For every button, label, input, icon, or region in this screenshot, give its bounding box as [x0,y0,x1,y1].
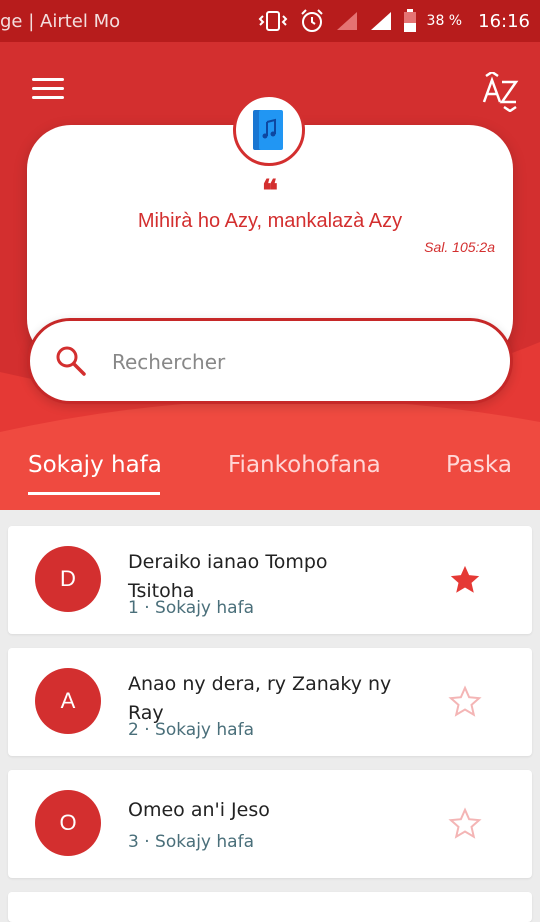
song-title: Omeo an'i Jeso [128,799,270,821]
verse-text: Mihirà ho Azy, mankalazà Azy [137,210,403,232]
header: ❝ Mihirà ho Azy, mankalazà Azy Sal. 105:… [0,42,540,510]
tab-paska[interactable]: Paska [446,452,512,478]
alarm-icon [300,9,323,32]
star-outline-icon[interactable] [448,807,482,841]
avatar: A [35,668,101,734]
songbook-icon [253,110,283,150]
song-category: Sokajy hafa [155,598,254,618]
avatar: O [35,790,101,856]
quote-icon: ❝ [261,174,279,209]
signal-icon [336,12,357,30]
song-number: 2 [128,720,139,740]
tab-sokajy-hafa[interactable]: Sokajy hafa [28,452,162,478]
song-number: 3 [128,832,139,852]
list-item[interactable]: A Anao ny dera, ry Zanaky ny Ray 2 · Sok… [8,648,532,756]
status-icons: 38 % 16:16 [257,6,530,36]
verse-reference: Sal. 105:2a [424,239,495,255]
category-tabs: Sokajy hafa Fiankohofana Paska [0,442,540,510]
list-item[interactable]: D Deraiko ianao Tompo Tsitoha 1 · Sokajy… [8,526,532,634]
search-input[interactable] [110,341,474,383]
avatar: D [35,546,101,612]
search-icon [56,346,86,376]
sort-az-icon [482,70,519,113]
song-meta: 2 · Sokajy hafa [128,720,254,740]
battery-percent: 38 % [426,13,463,29]
tab-fiankohofana[interactable]: Fiankohofana [228,452,381,478]
song-category: Sokajy hafa [155,720,254,740]
status-bar: ge | Airtel Mo 38 % 16:16 [0,0,540,42]
song-meta: 1 · Sokajy hafa [128,598,254,618]
battery-icon [403,9,416,32]
star-outline-icon[interactable] [448,685,482,719]
star-filled-icon[interactable] [448,563,482,597]
clock: 16:16 [478,10,530,32]
search-bar[interactable] [27,318,513,404]
sort-az-button[interactable] [480,70,522,113]
carrier-text: ge | Airtel Mo [0,11,121,32]
active-tab-indicator [28,492,160,495]
songbook-badge [233,94,305,166]
menu-icon[interactable] [32,78,64,102]
song-meta: 3 · Sokajy hafa [128,832,254,852]
signal-icon [370,12,391,30]
list-item[interactable] [8,892,532,922]
vibrate-icon [258,11,287,31]
song-number: 1 [128,598,139,618]
list-item[interactable]: O Omeo an'i Jeso 3 · Sokajy hafa [8,770,532,878]
song-category: Sokajy hafa [155,832,254,852]
